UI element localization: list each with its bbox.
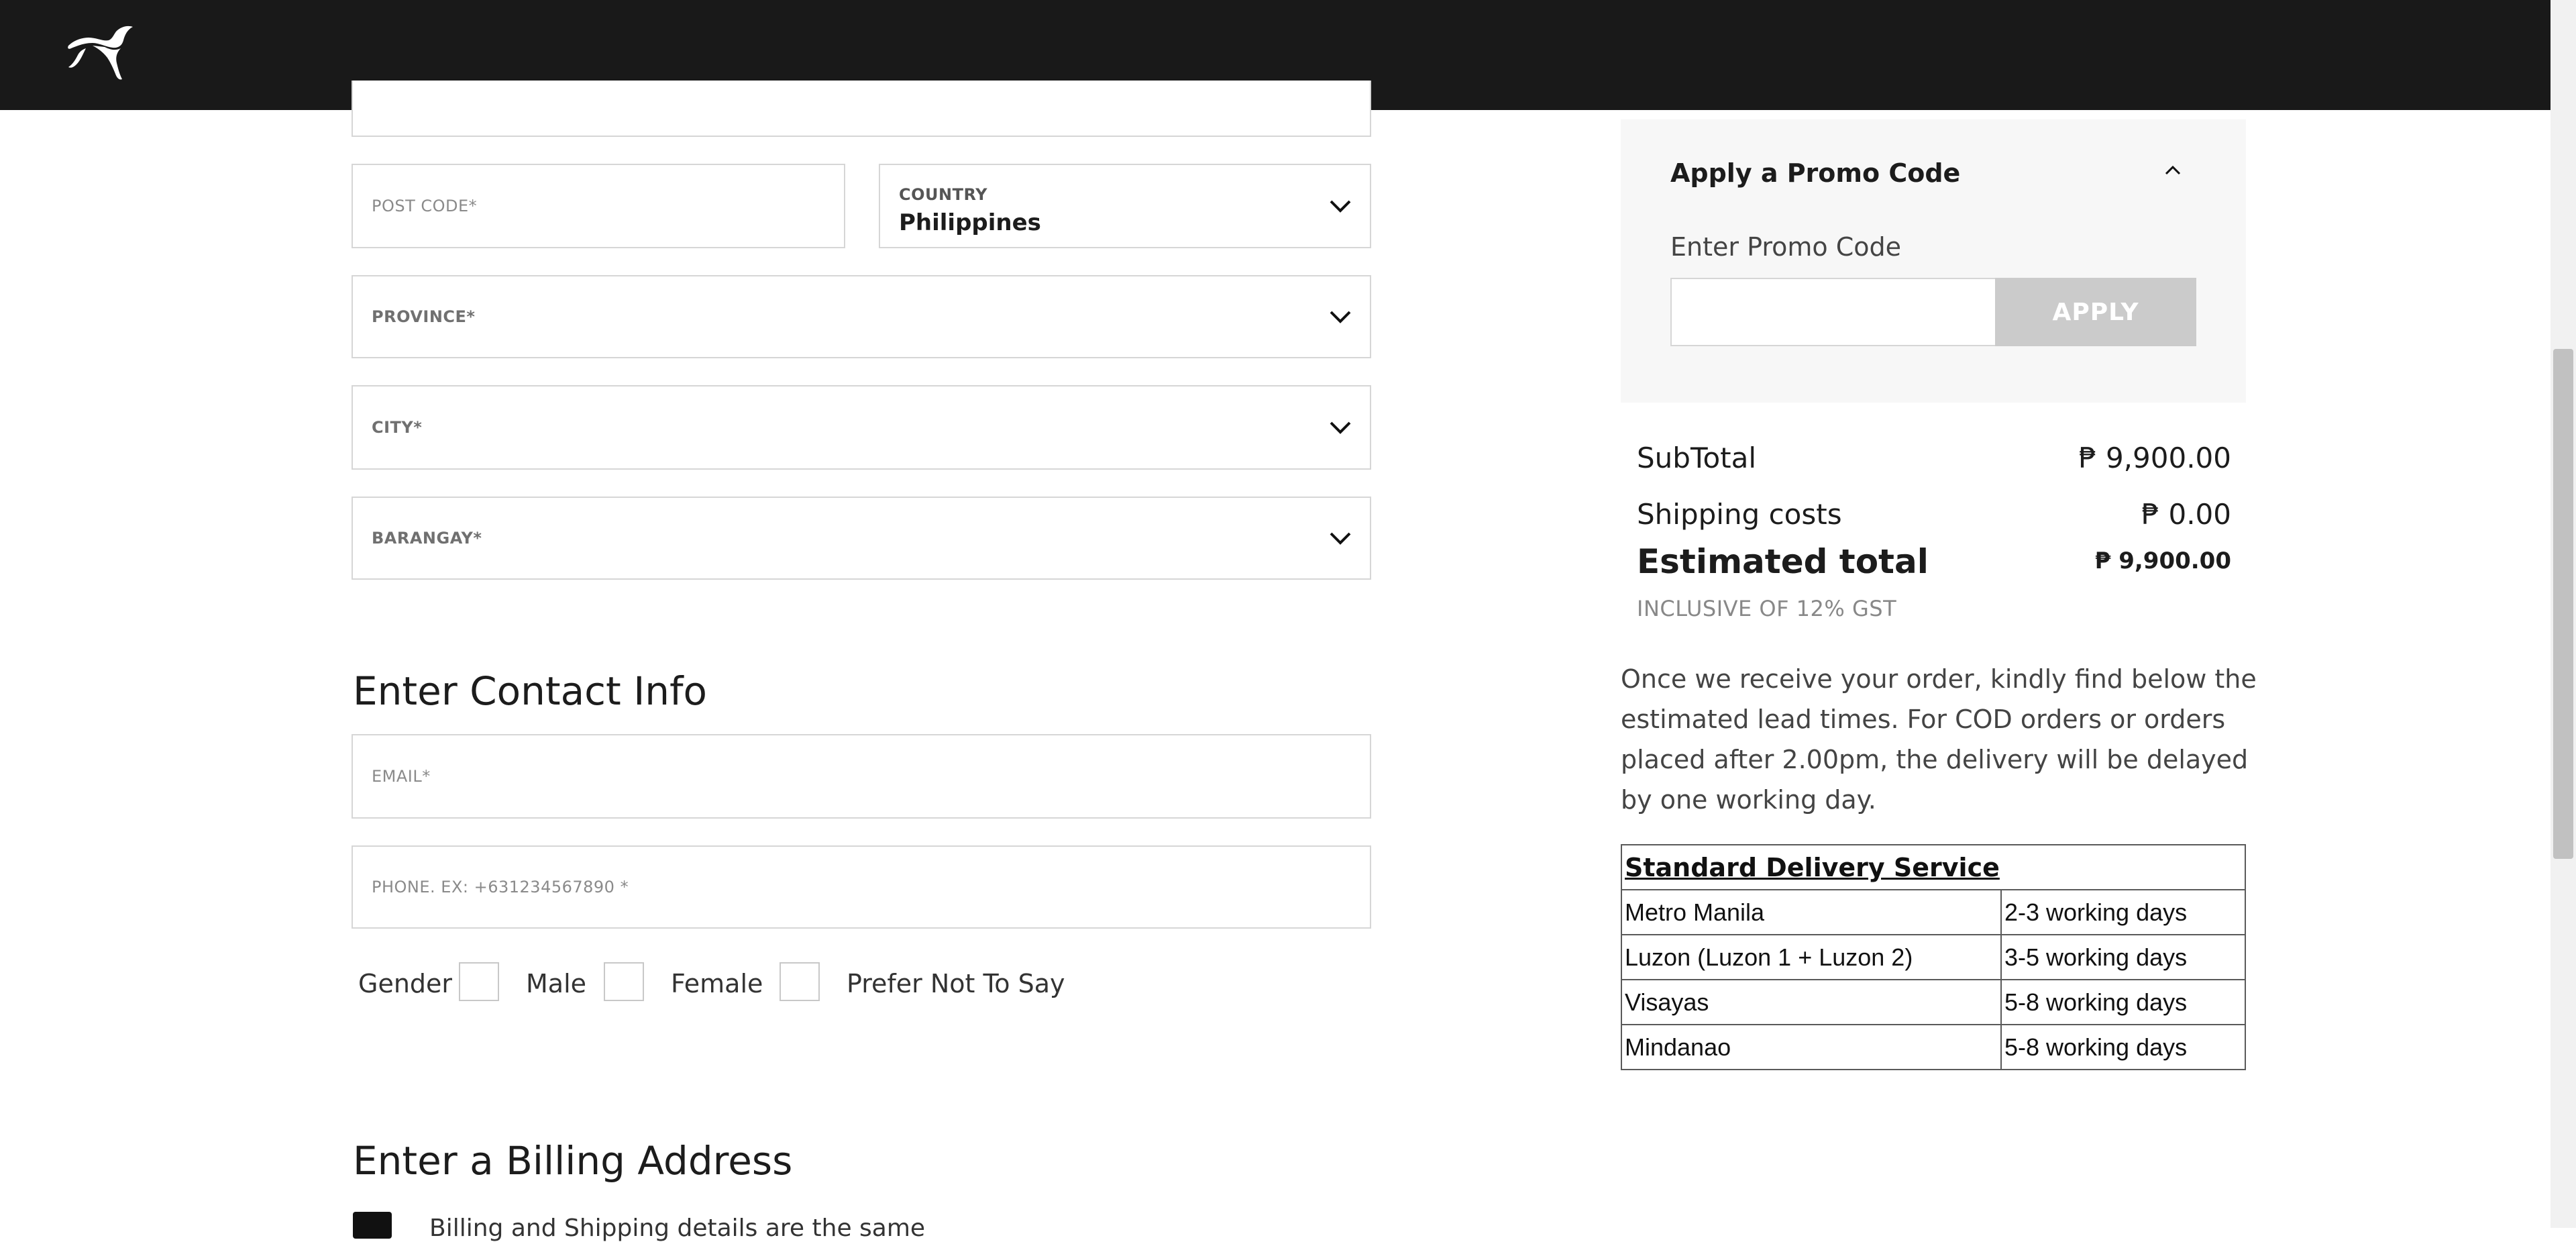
table-header-row: Standard Delivery Service: [1621, 844, 2246, 890]
puma-logo-icon[interactable]: [66, 25, 136, 82]
billing-address-title: Enter a Billing Address: [353, 1138, 793, 1184]
region-cell: Mindanao: [1621, 1024, 2002, 1070]
province-select[interactable]: PROVINCE*: [352, 275, 1371, 358]
address-field-partial[interactable]: [352, 81, 1371, 137]
chevron-down-icon: [1330, 311, 1351, 323]
gender-male-label[interactable]: Male: [526, 969, 586, 998]
promo-code-input[interactable]: [1670, 278, 1996, 346]
phone-placeholder: PHONE. EX: +631234567890 *: [372, 878, 629, 896]
shipping-costs-label: Shipping costs: [1637, 498, 1842, 531]
subtotal-label: SubTotal: [1637, 442, 1757, 474]
table-row: Metro Manila 2-3 working days: [1621, 889, 2246, 935]
billing-same-label[interactable]: Billing and Shipping details are the sam…: [429, 1214, 925, 1242]
province-placeholder: PROVINCE*: [372, 307, 476, 326]
estimated-total-label: Estimated total: [1637, 542, 1929, 581]
table-row: Luzon (Luzon 1 + Luzon 2) 3-5 working da…: [1621, 934, 2246, 980]
shipping-costs-value: ₱ 0.00: [2141, 498, 2231, 531]
delivery-lead-time-table: Standard Delivery Service Metro Manila 2…: [1621, 844, 2246, 1070]
region-cell: Metro Manila: [1621, 889, 2002, 935]
apply-promo-button[interactable]: APPLY: [1995, 278, 2196, 346]
barangay-placeholder: BARANGAY*: [372, 529, 482, 548]
city-select[interactable]: CITY*: [352, 385, 1371, 470]
chevron-down-icon: [1330, 532, 1351, 545]
gender-prefer-not-label[interactable]: Prefer Not To Say: [847, 969, 1065, 998]
region-cell: Visayas: [1621, 979, 2002, 1025]
post-code-placeholder: POST CODE*: [372, 197, 478, 215]
page-scrollbar-thumb[interactable]: [2553, 349, 2573, 859]
table-row: Mindanao 5-8 working days: [1621, 1024, 2246, 1070]
contact-info-title: Enter Contact Info: [353, 668, 707, 714]
days-cell: 5-8 working days: [2000, 979, 2246, 1025]
chevron-down-icon: [1330, 421, 1351, 434]
gender-label: Gender: [358, 969, 453, 998]
barangay-select[interactable]: BARANGAY*: [352, 497, 1371, 580]
promo-code-title[interactable]: Apply a Promo Code: [1670, 158, 1960, 188]
country-label: COUNTRY: [899, 185, 988, 204]
city-placeholder: CITY*: [372, 418, 423, 437]
email-input[interactable]: EMAIL*: [352, 734, 1371, 819]
gender-female-checkbox[interactable]: [604, 962, 644, 1001]
gender-prefer-not-checkbox[interactable]: [780, 962, 820, 1001]
chevron-down-icon: [1330, 200, 1351, 213]
days-cell: 2-3 working days: [2000, 889, 2246, 935]
chevron-up-icon[interactable]: [2164, 165, 2182, 176]
days-cell: 5-8 working days: [2000, 1024, 2246, 1070]
post-code-input[interactable]: POST CODE*: [352, 164, 845, 248]
promo-code-label: Enter Promo Code: [1670, 232, 1901, 262]
billing-same-checkbox[interactable]: [353, 1212, 392, 1239]
gender-male-checkbox[interactable]: [459, 962, 499, 1001]
delivery-table-title: Standard Delivery Service: [1621, 844, 2246, 890]
country-value: Philippines: [899, 209, 1041, 236]
tax-note: INCLUSIVE OF 12% GST: [1637, 596, 1897, 621]
table-row: Visayas 5-8 working days: [1621, 979, 2246, 1025]
estimated-total-value: ₱ 9,900.00: [2094, 548, 2231, 574]
days-cell: 3-5 working days: [2000, 934, 2246, 980]
email-placeholder: EMAIL*: [372, 767, 431, 786]
lead-time-text: Once we receive your order, kindly find …: [1621, 664, 2257, 815]
country-select[interactable]: COUNTRY Philippines: [879, 164, 1371, 248]
subtotal-value: ₱ 9,900.00: [2078, 442, 2231, 474]
gender-selector: Gender Male Female Prefer Not To Say: [358, 960, 1297, 1006]
phone-input[interactable]: PHONE. EX: +631234567890 *: [352, 845, 1371, 929]
region-cell: Luzon (Luzon 1 + Luzon 2): [1621, 934, 2002, 980]
gender-female-label[interactable]: Female: [671, 969, 763, 998]
